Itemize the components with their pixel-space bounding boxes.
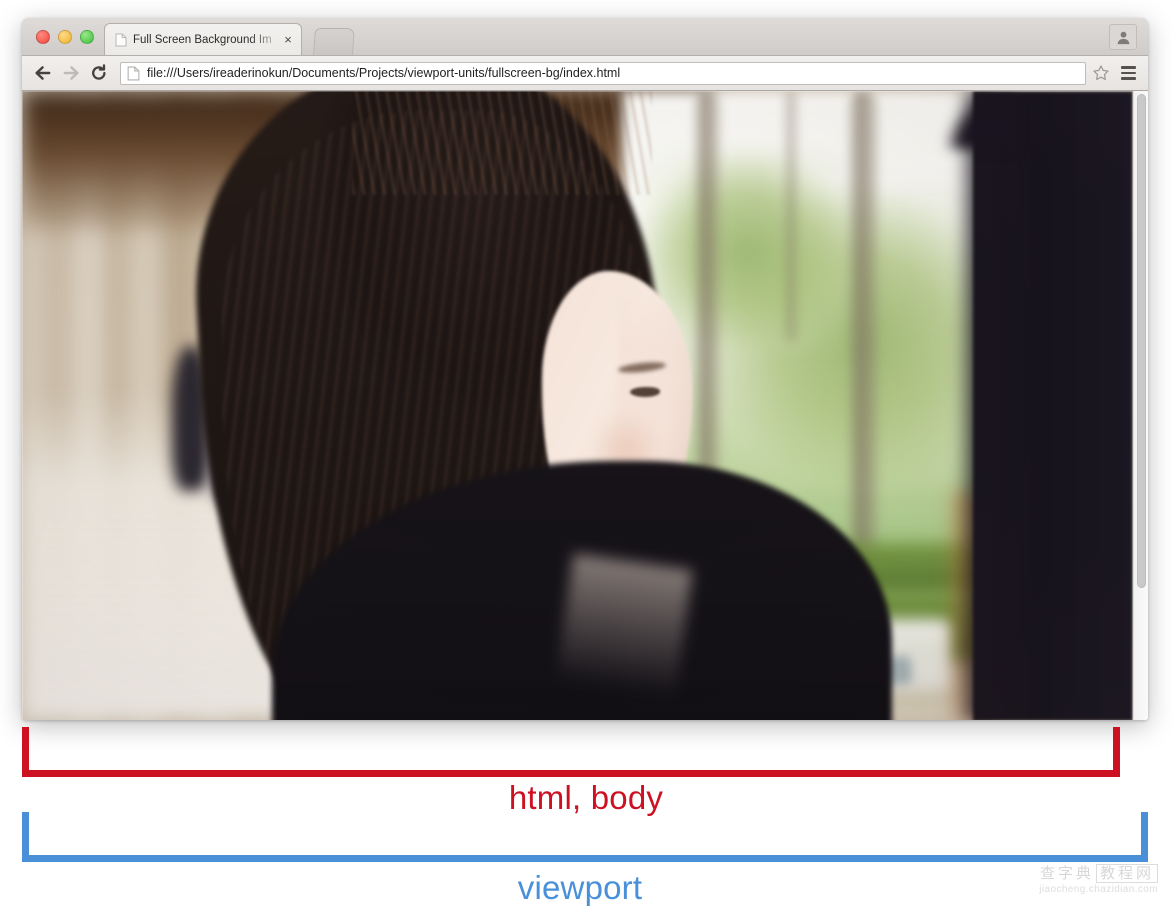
window-controls xyxy=(36,30,94,44)
photo-pillar-cap xyxy=(945,91,1015,149)
fullscreen-background-photo xyxy=(22,91,1133,720)
address-bar[interactable]: file:///Users/ireaderinokun/Documents/Pr… xyxy=(120,61,1086,85)
watermark-line-1: 查字典 教程网 xyxy=(1039,864,1158,883)
forward-button[interactable] xyxy=(58,60,84,86)
close-window-button[interactable] xyxy=(36,30,50,44)
close-icon[interactable]: × xyxy=(281,33,295,47)
page-document-icon xyxy=(127,66,141,81)
bookmark-star-icon[interactable] xyxy=(1092,64,1110,82)
photo-palm-trunk-3 xyxy=(784,91,798,341)
maximize-window-button[interactable] xyxy=(80,30,94,44)
scrollbar-thumb[interactable] xyxy=(1137,94,1146,588)
viewport-label: viewport xyxy=(517,869,643,906)
browser-window: Full Screen Background Im × file:///User… xyxy=(22,18,1148,720)
watermark-section-name: 教程网 xyxy=(1095,864,1158,883)
url-text: file:///Users/ireaderinokun/Documents/Pr… xyxy=(147,66,621,80)
watermark-site-name: 查字典 xyxy=(1039,865,1094,882)
viewport-bracket xyxy=(22,812,1148,862)
profile-avatar-icon[interactable] xyxy=(1109,24,1137,50)
photo-woman-eye xyxy=(630,387,660,397)
html-body-bracket xyxy=(22,727,1120,777)
reload-button[interactable] xyxy=(86,60,112,86)
photo-woman-hair-wisps xyxy=(352,91,652,195)
page-document-icon xyxy=(115,33,127,47)
new-tab-button[interactable] xyxy=(313,28,355,55)
watermark: 查字典 教程网 jiaocheng.chazidian.com xyxy=(1039,864,1158,896)
photo-woman-neckline xyxy=(551,553,693,720)
chrome-menu-icon[interactable] xyxy=(1116,60,1140,86)
tab-title: Full Screen Background Im xyxy=(133,33,272,46)
watermark-url: jiaocheng.chazidian.com xyxy=(1039,884,1158,895)
menu-bar-3 xyxy=(1120,77,1136,80)
tab-strip: Full Screen Background Im × xyxy=(22,18,1148,56)
browser-tab-active[interactable]: Full Screen Background Im × xyxy=(104,23,302,55)
menu-bar-2 xyxy=(1120,71,1136,75)
vertical-scrollbar[interactable] xyxy=(1133,91,1148,720)
browser-toolbar: file:///Users/ireaderinokun/Documents/Pr… xyxy=(22,56,1148,91)
back-button[interactable] xyxy=(30,60,56,86)
page-viewport xyxy=(22,91,1148,720)
menu-bar-1 xyxy=(1120,66,1136,69)
photo-dark-pillar xyxy=(973,91,1133,720)
page-root: Full Screen Background Im × file:///User… xyxy=(0,0,1172,910)
minimize-window-button[interactable] xyxy=(58,30,72,44)
